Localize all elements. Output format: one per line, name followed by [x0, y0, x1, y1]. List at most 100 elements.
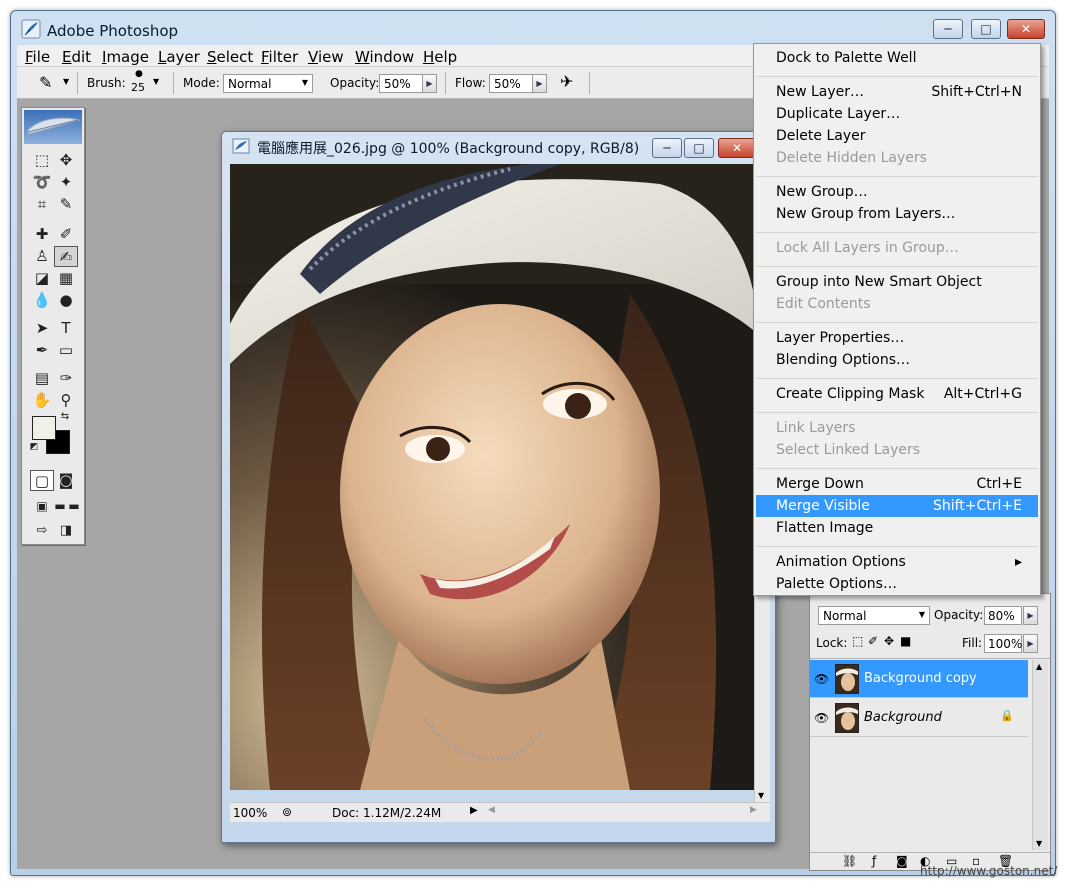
- menu-help[interactable]: Help: [423, 48, 457, 66]
- menu-item-delete-layer[interactable]: Delete Layer: [756, 125, 1038, 147]
- doc-minimize-button[interactable]: ─: [652, 138, 682, 158]
- brush-dropdown-icon[interactable]: ▼: [153, 77, 159, 86]
- brush-size[interactable]: 25: [131, 81, 145, 94]
- menu-edit[interactable]: Edit: [62, 48, 91, 66]
- minimize-button[interactable]: ─: [933, 19, 963, 39]
- layer-style-icon[interactable]: ƒ: [872, 854, 876, 868]
- menu-image[interactable]: Image: [102, 48, 149, 66]
- status-menu-icon[interactable]: ⊚: [282, 805, 292, 819]
- flow-input[interactable]: 50%: [489, 74, 533, 93]
- shape-tool-icon[interactable]: ▭: [54, 340, 78, 361]
- menu-item-merge-visible[interactable]: Merge Visible Shift+Ctrl+E: [756, 495, 1038, 517]
- document-window[interactable]: 電腦應用展_026.jpg @ 100% (Background copy, R…: [221, 131, 776, 843]
- pen-tool-icon[interactable]: ✒: [30, 340, 54, 361]
- visibility-eye-icon[interactable]: 👁: [814, 711, 829, 725]
- status-arrow-icon[interactable]: ▶: [470, 805, 478, 816]
- menu-item-dock-to-palette-well[interactable]: Dock to Palette Well: [756, 47, 1038, 69]
- tool-preset-icon[interactable]: ✎: [39, 73, 52, 92]
- menu-view[interactable]: View: [308, 48, 344, 66]
- menu-item-new-group[interactable]: New Group…: [756, 181, 1038, 203]
- crop-tool-icon[interactable]: ⌗: [30, 194, 54, 215]
- menu-layer[interactable]: Layer: [158, 48, 200, 66]
- menu-select[interactable]: Select: [207, 48, 253, 66]
- menu-item-merge-down[interactable]: Merge Down Ctrl+E: [756, 473, 1038, 495]
- hand-tool-icon[interactable]: ✋: [30, 390, 54, 411]
- slice-tool-icon[interactable]: ✎: [54, 194, 78, 215]
- marquee-tool-icon[interactable]: ⬚: [30, 150, 54, 171]
- gradient-tool-icon[interactable]: ▦: [54, 268, 78, 289]
- fill-input[interactable]: 100%: [984, 634, 1022, 653]
- close-button[interactable]: ✕: [1007, 19, 1045, 39]
- path-selection-tool-icon[interactable]: ➤: [30, 318, 54, 339]
- menu-window[interactable]: Window: [355, 48, 414, 66]
- layer-row-background-copy[interactable]: 👁 Background copy: [810, 660, 1028, 698]
- menu-item-group-into-new-smart-object[interactable]: Group into New Smart Object: [756, 271, 1038, 293]
- menu-item-create-clipping-mask[interactable]: Create Clipping Mask Alt+Ctrl+G: [756, 383, 1038, 405]
- blur-tool-icon[interactable]: 💧: [30, 290, 54, 311]
- layer-row-background[interactable]: 👁 Background 🔒: [810, 699, 1028, 737]
- opacity-slider-arrow-icon[interactable]: ▶: [422, 74, 437, 93]
- menu-item-blending-options[interactable]: Blending Options…: [756, 349, 1038, 371]
- blend-mode-select[interactable]: Normal ▼: [818, 606, 930, 625]
- document-canvas[interactable]: [230, 164, 758, 790]
- maximize-button[interactable]: □: [971, 19, 1001, 39]
- healing-brush-tool-icon[interactable]: ✚: [30, 224, 54, 245]
- layers-scrollbar[interactable]: ▲ ▼: [1032, 660, 1048, 850]
- type-tool-icon[interactable]: T: [54, 318, 78, 339]
- menu-item-palette-options[interactable]: Palette Options…: [756, 573, 1038, 595]
- layer-opacity-input[interactable]: 80%: [984, 606, 1022, 625]
- full-screen-mode-icon[interactable]: ▬: [66, 496, 82, 517]
- eraser-tool-icon[interactable]: ◪: [30, 268, 54, 289]
- default-colors-icon[interactable]: ◩: [28, 440, 40, 454]
- visibility-eye-icon[interactable]: 👁: [814, 672, 829, 686]
- doc-close-button[interactable]: ✕: [718, 138, 756, 158]
- quick-mask-mode-icon[interactable]: ◙: [54, 470, 78, 491]
- notes-tool-icon[interactable]: ▤: [30, 368, 54, 389]
- lock-all-icon[interactable]: ■: [900, 634, 911, 648]
- brush-tool-icon[interactable]: ✐: [54, 224, 78, 245]
- imageready-icon[interactable]: ◨: [54, 520, 78, 541]
- toolbox-header[interactable]: [24, 110, 82, 144]
- menu-item-new-group-from-layers[interactable]: New Group from Layers…: [756, 203, 1038, 225]
- layer-name[interactable]: Background copy: [864, 671, 977, 686]
- menu-item-flatten-image[interactable]: Flatten Image: [756, 517, 1038, 539]
- hscroll-left-icon[interactable]: ◀: [488, 805, 495, 815]
- hscroll-right-icon[interactable]: ▶: [750, 805, 757, 815]
- layer-mask-icon[interactable]: ◙: [896, 854, 908, 868]
- layer-name[interactable]: Background: [864, 710, 942, 725]
- menu-filter[interactable]: Filter: [261, 48, 298, 66]
- lock-transparency-icon[interactable]: ⬚: [852, 634, 863, 648]
- mode-select[interactable]: Normal ▼: [223, 74, 313, 93]
- eyedropper-tool-icon[interactable]: ✑: [54, 368, 78, 389]
- menu-item-duplicate-layer[interactable]: Duplicate Layer…: [756, 103, 1038, 125]
- jump-to-imageready-icon[interactable]: ⇨: [30, 520, 54, 541]
- doc-maximize-button[interactable]: □: [684, 138, 714, 158]
- tool-preset-dropdown-icon[interactable]: ▼: [63, 77, 69, 86]
- fill-arrow-icon[interactable]: ▶: [1023, 634, 1038, 653]
- scroll-down-icon[interactable]: ▼: [758, 791, 764, 800]
- lock-position-icon[interactable]: ✥: [884, 634, 894, 648]
- layers-scroll-down-icon[interactable]: ▼: [1036, 839, 1042, 848]
- foreground-color-swatch[interactable]: [32, 416, 56, 440]
- history-brush-tool-icon[interactable]: ✍: [54, 246, 78, 267]
- menu-item-layer-properties[interactable]: Layer Properties…: [756, 327, 1038, 349]
- link-layers-icon[interactable]: ⛓: [842, 854, 857, 868]
- zoom-tool-icon[interactable]: ⚲: [54, 390, 78, 411]
- standard-mode-icon[interactable]: ▢: [30, 470, 54, 491]
- magic-wand-tool-icon[interactable]: ✦: [54, 172, 78, 193]
- menu-item-animation-options[interactable]: Animation Options ▸: [756, 551, 1038, 573]
- clone-stamp-tool-icon[interactable]: ♙: [30, 246, 54, 267]
- lasso-tool-icon[interactable]: ➰: [30, 172, 54, 193]
- menu-file[interactable]: File: [25, 48, 50, 66]
- menu-item-new-layer[interactable]: New Layer… Shift+Ctrl+N: [756, 81, 1038, 103]
- flow-slider-arrow-icon[interactable]: ▶: [532, 74, 547, 93]
- layer-opacity-arrow-icon[interactable]: ▶: [1023, 606, 1038, 625]
- opacity-input[interactable]: 50%: [379, 74, 423, 93]
- airbrush-icon[interactable]: ✈: [560, 72, 573, 91]
- lock-pixels-icon[interactable]: ✐: [868, 634, 878, 648]
- swap-colors-icon[interactable]: ⇆: [58, 410, 72, 424]
- move-tool-icon[interactable]: ✥: [54, 150, 78, 171]
- dodge-tool-icon[interactable]: ●: [54, 290, 78, 311]
- zoom-level[interactable]: 100%: [233, 806, 267, 820]
- layers-scroll-up-icon[interactable]: ▲: [1036, 662, 1042, 671]
